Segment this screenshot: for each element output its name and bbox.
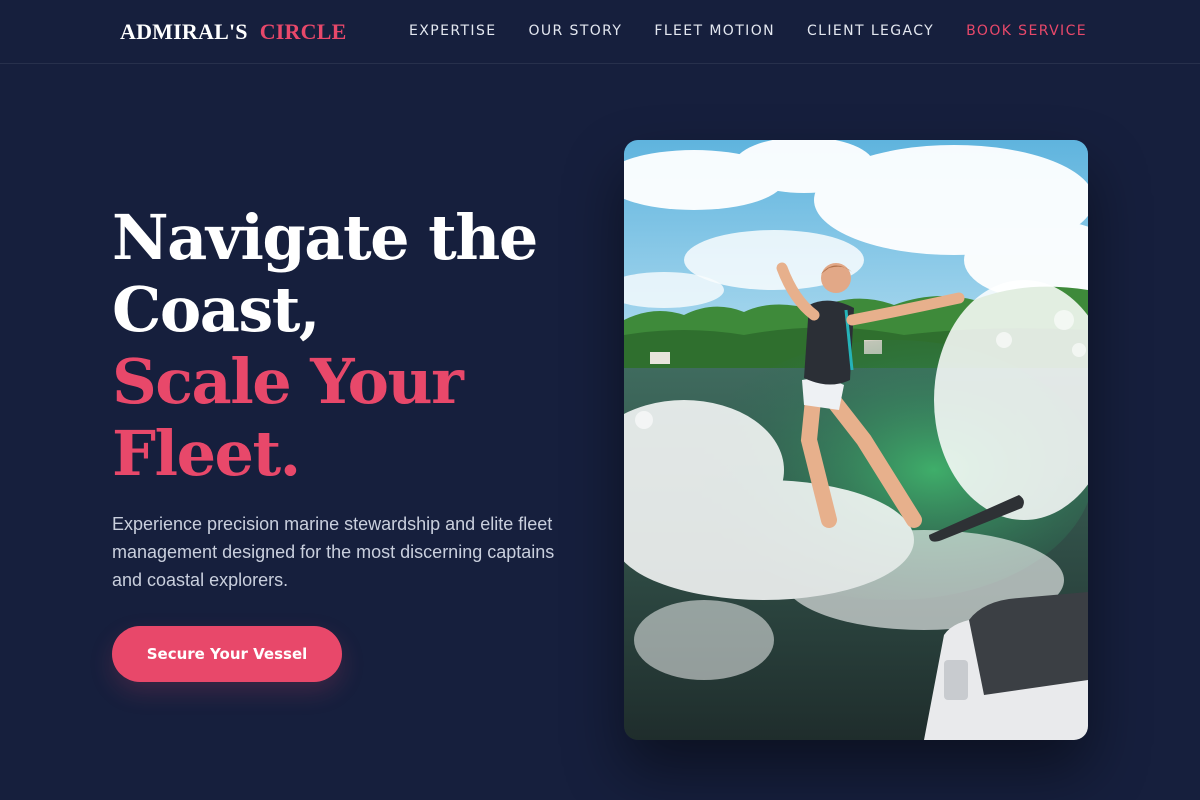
hero-subtitle: Experience precision marine stewardship …: [112, 514, 555, 590]
hero-title-line-1: Navigate the: [112, 201, 538, 274]
main-nav: EXPERTISE OUR STORY FLEET MOTION CLIENT …: [409, 22, 1087, 40]
secure-vessel-button[interactable]: Secure Your Vessel: [112, 626, 342, 682]
hero-title-accent-line-1: Scale Your: [112, 345, 464, 418]
book-service-link[interactable]: BOOK SERVICE: [966, 22, 1087, 40]
brand-name-accent: CIRCLE: [259, 19, 347, 44]
brand-name-primary: ADMIRAL'S: [120, 19, 248, 44]
nav-link-our-story[interactable]: OUR STORY: [528, 22, 622, 40]
hero-image-illustration: [624, 140, 1088, 740]
nav-link-client-legacy[interactable]: CLIENT LEGACY: [807, 22, 934, 40]
nav-link-expertise[interactable]: EXPERTISE: [409, 22, 496, 40]
nav-link-fleet-motion[interactable]: FLEET MOTION: [654, 22, 775, 40]
hero-title-accent-line-2: Fleet.: [112, 417, 301, 490]
brand-logo[interactable]: ADMIRAL'S CIRCLE: [120, 19, 346, 45]
hero-image-wakeboarder: [624, 140, 1088, 740]
hero-title-line-2: Coast,: [112, 273, 321, 346]
site-header: ADMIRAL'S CIRCLE EXPERTISE OUR STORY FLEE…: [0, 0, 1200, 64]
hero-title: Navigate the Coast, Scale Your Fleet.: [112, 201, 538, 490]
